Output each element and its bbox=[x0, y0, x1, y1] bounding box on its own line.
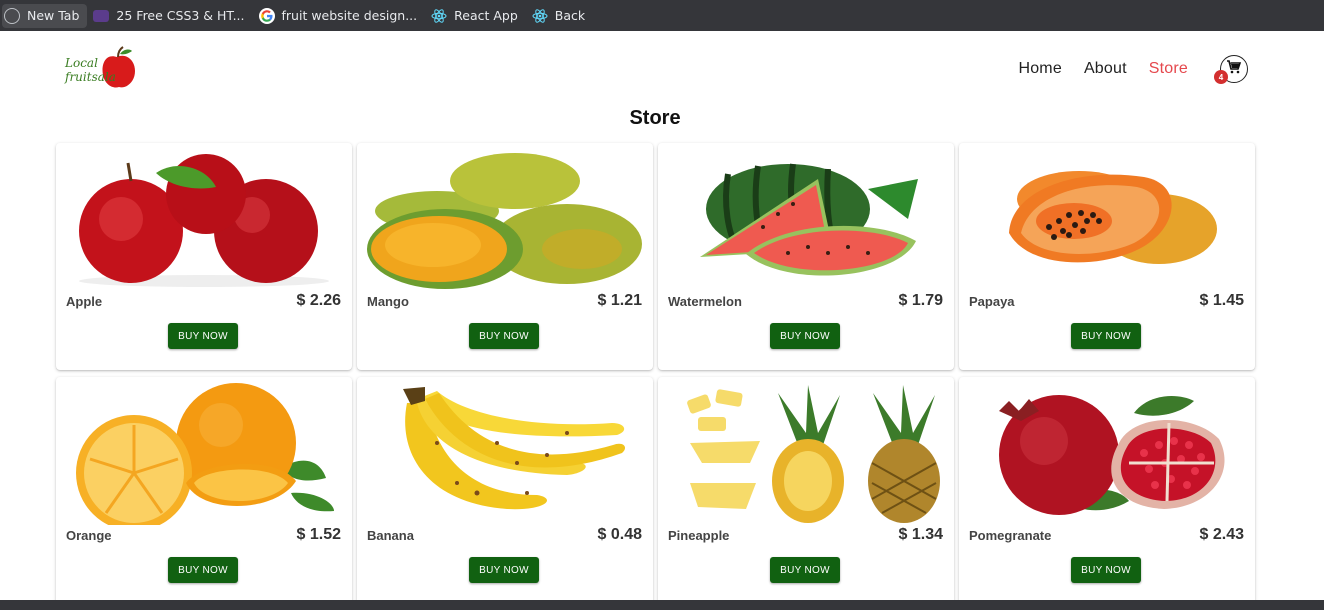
bookmark-label: fruit website design... bbox=[281, 8, 418, 23]
bookmark-label: 25 Free CSS3 & HT... bbox=[116, 8, 245, 23]
page-title: Store bbox=[629, 107, 681, 129]
buy-now-button[interactable]: BUY NOW bbox=[168, 323, 238, 349]
product-name: Orange bbox=[66, 528, 112, 543]
product-name: Watermelon bbox=[668, 294, 742, 309]
buy-now-button[interactable]: BUY NOW bbox=[469, 323, 539, 349]
pomegranate-image bbox=[999, 395, 1225, 515]
orange-image bbox=[76, 383, 334, 525]
bookmark-css3[interactable]: 25 Free CSS3 & HT... bbox=[93, 4, 252, 28]
cart-count-badge: 4 bbox=[1214, 70, 1228, 84]
product-card: Watermelon $ 1.79 BUY NOW bbox=[658, 143, 954, 370]
bookmark-react-app[interactable]: React App bbox=[431, 4, 526, 28]
product-price: $ 2.26 bbox=[296, 292, 341, 309]
buy-now-button[interactable]: BUY NOW bbox=[1071, 557, 1141, 583]
watermelon-image bbox=[700, 163, 918, 276]
site-navbar: Local fruitsala Home About Store 4 bbox=[0, 31, 1324, 101]
product-name: Papaya bbox=[969, 294, 1015, 309]
product-card: Apple $ 2.26 BUY NOW bbox=[56, 143, 352, 370]
product-grid: Apple $ 2.26 BUY NOW Mango $ 1.21 BUY NO… bbox=[56, 143, 1256, 604]
buy-now-button[interactable]: BUY NOW bbox=[168, 557, 238, 583]
cart-button[interactable]: 4 bbox=[1214, 55, 1248, 84]
product-price: $ 1.45 bbox=[1199, 292, 1244, 309]
product-name: Mango bbox=[367, 294, 409, 309]
buy-now-button[interactable]: BUY NOW bbox=[469, 557, 539, 583]
product-card: Papaya $ 1.45 BUY NOW bbox=[959, 143, 1255, 370]
nav-links: Home About Store 4 bbox=[996, 55, 1248, 84]
shopping-cart-icon bbox=[1226, 59, 1242, 80]
buy-now-button[interactable]: BUY NOW bbox=[1071, 323, 1141, 349]
globe-icon bbox=[4, 7, 20, 24]
codepen-logo-icon bbox=[93, 9, 110, 22]
product-price: $ 1.34 bbox=[898, 526, 943, 543]
nav-store[interactable]: Store bbox=[1149, 60, 1188, 78]
product-card: Mango $ 1.21 BUY NOW bbox=[357, 143, 653, 370]
buy-now-button[interactable]: BUY NOW bbox=[770, 557, 840, 583]
product-price: $ 2.43 bbox=[1199, 526, 1244, 543]
mango-image bbox=[367, 153, 642, 289]
papaya-image bbox=[1009, 171, 1217, 264]
product-name: Pomegranate bbox=[969, 528, 1052, 543]
product-card: Pineapple $ 1.34 BUY NOW bbox=[658, 377, 954, 604]
product-card: Banana $ 0.48 BUY NOW bbox=[357, 377, 653, 604]
react-icon bbox=[431, 8, 447, 24]
banana-image bbox=[403, 387, 626, 510]
bookmark-label: New Tab bbox=[27, 8, 80, 23]
product-name: Apple bbox=[66, 294, 103, 309]
bookmark-label: Back bbox=[554, 8, 586, 23]
google-icon bbox=[258, 7, 275, 24]
svg-text:fruitsala: fruitsala bbox=[64, 70, 116, 84]
product-price: $ 1.79 bbox=[898, 292, 943, 309]
react-icon bbox=[532, 8, 548, 24]
product-card: Orange $ 1.52 BUY NOW bbox=[56, 377, 352, 604]
nav-home[interactable]: Home bbox=[1018, 60, 1061, 78]
product-name: Pineapple bbox=[668, 528, 730, 543]
pineapple-image bbox=[687, 385, 940, 523]
svg-text:Local: Local bbox=[64, 56, 98, 70]
product-name: Banana bbox=[367, 528, 414, 543]
bookmark-fruit-design[interactable]: fruit website design... bbox=[258, 4, 426, 28]
apple-image bbox=[79, 154, 329, 287]
product-card: Pomegranate $ 2.43 BUY NOW bbox=[959, 377, 1255, 604]
product-price: $ 1.21 bbox=[597, 292, 642, 309]
product-price: $ 1.52 bbox=[296, 526, 341, 543]
bookmarks-bar: New Tab 25 Free CSS3 & HT... fruit websi… bbox=[0, 0, 1324, 31]
bookmark-new-tab[interactable]: New Tab bbox=[2, 3, 88, 28]
product-price: $ 0.48 bbox=[597, 526, 642, 543]
brand-logo[interactable]: Local fruitsala bbox=[63, 45, 137, 91]
nav-about[interactable]: About bbox=[1084, 60, 1127, 78]
bookmark-label: React App bbox=[454, 8, 518, 23]
bookmark-back[interactable]: Back bbox=[532, 4, 593, 28]
buy-now-button[interactable]: BUY NOW bbox=[770, 323, 840, 349]
taskbar-strip bbox=[0, 600, 1324, 610]
